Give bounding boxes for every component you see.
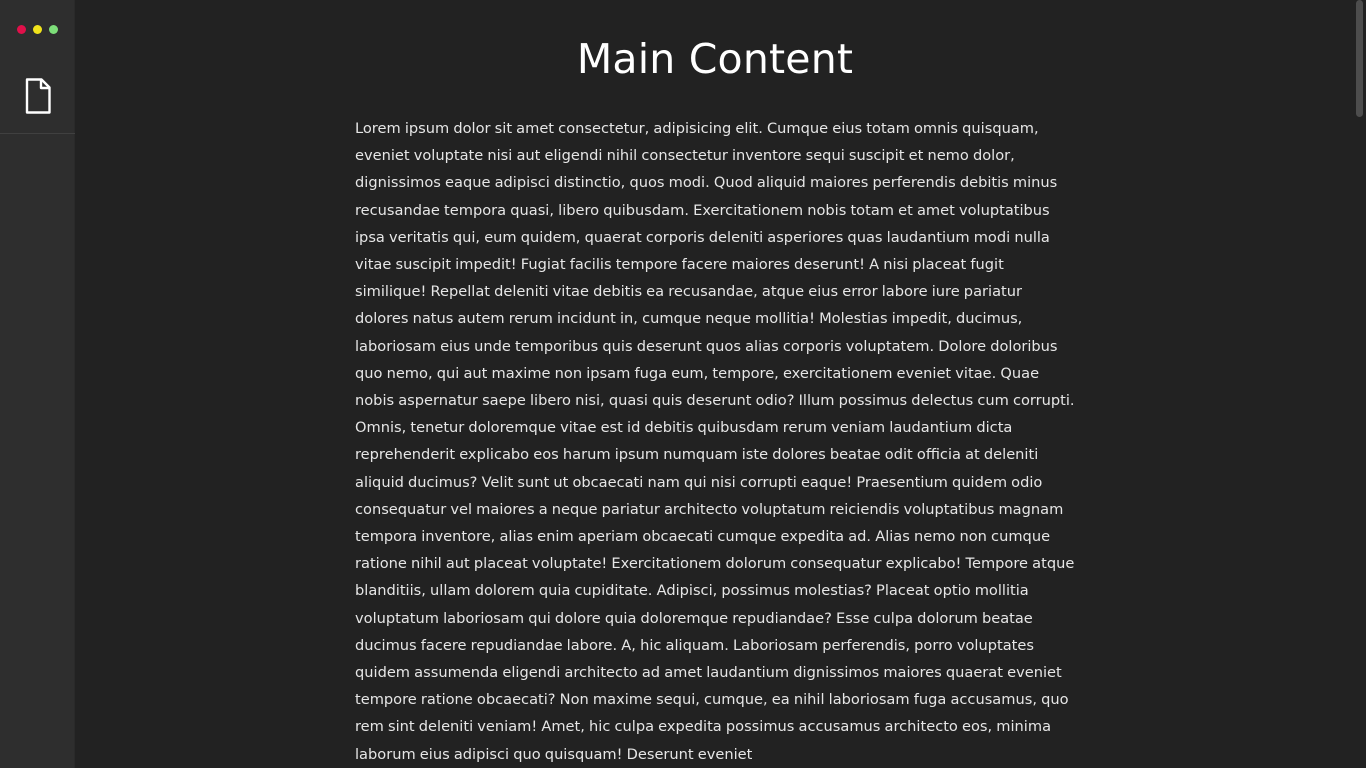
app-window: Main Content Lorem ipsum dolor sit amet … (0, 0, 1366, 768)
minimize-window-button[interactable] (33, 25, 42, 34)
window-controls (17, 25, 58, 34)
sidebar-divider (0, 133, 75, 134)
body-paragraph: Lorem ipsum dolor sit amet consectetur, … (355, 120, 1075, 763)
sidebar (0, 0, 75, 768)
scrollbar-thumb[interactable] (1356, 0, 1363, 117)
sidebar-item-document[interactable] (24, 78, 52, 114)
close-window-button[interactable] (17, 25, 26, 34)
main-content-area: Main Content Lorem ipsum dolor sit amet … (75, 0, 1353, 768)
vertical-scrollbar[interactable] (1353, 0, 1366, 768)
maximize-window-button[interactable] (49, 25, 58, 34)
page-title: Main Content (576, 35, 854, 83)
document-icon (25, 78, 51, 114)
